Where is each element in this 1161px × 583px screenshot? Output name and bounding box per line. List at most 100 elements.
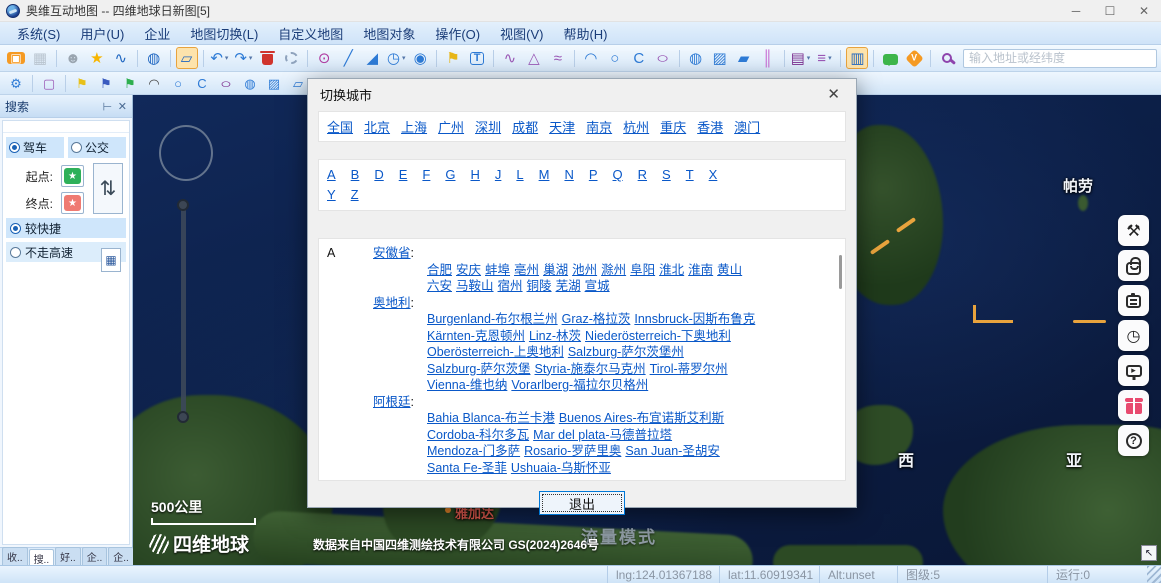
route-end-node[interactable] <box>177 411 189 423</box>
city-link[interactable]: Rosario-罗萨里奥 <box>524 444 621 458</box>
city-link[interactable]: 淮北 <box>659 263 684 277</box>
letter-link-F[interactable]: F <box>422 167 430 182</box>
menu-item-系统(S)[interactable]: 系统(S) <box>8 22 69 45</box>
menu-item-视图(V)[interactable]: 视图(V) <box>491 22 552 45</box>
exit-button[interactable]: 退出 <box>539 491 625 515</box>
city-link[interactable]: Santa Fe-圣菲 <box>427 461 507 475</box>
letter-link-H[interactable]: H <box>470 167 479 182</box>
hot-city-link-天津[interactable]: 天津 <box>549 117 575 136</box>
chat-icon[interactable] <box>879 47 901 69</box>
end-point-button[interactable]: ★ <box>61 192 84 214</box>
sidebar-close-icon[interactable]: ✕ <box>118 100 127 113</box>
city-link[interactable]: Cordoba-科尔多瓦 <box>427 428 529 442</box>
city-link[interactable]: 巢湖 <box>543 263 568 277</box>
route-fast-option[interactable]: 较快捷 <box>6 218 126 238</box>
letter-link-D[interactable]: D <box>374 167 383 182</box>
undo-icon[interactable]: ↶▾ <box>208 47 230 69</box>
menu-item-自定义地图[interactable]: 自定义地图 <box>269 22 352 45</box>
city-link[interactable]: Salzburg-萨尔茨堡州 <box>568 345 684 359</box>
friends-icon[interactable]: ☻ <box>62 47 84 69</box>
city-link[interactable]: Buenos Aires-布宜诺斯艾利斯 <box>559 411 724 425</box>
measure-distance-icon[interactable]: ╱ <box>337 47 359 69</box>
city-link[interactable]: 宣城 <box>585 279 610 293</box>
hot-city-link-北京[interactable]: 北京 <box>364 117 390 136</box>
transit-radio[interactable] <box>71 142 82 153</box>
city-link[interactable]: Tirol-蒂罗尔州 <box>650 362 728 376</box>
city-link[interactable]: Vienna-维也纳 <box>427 378 507 392</box>
city-link[interactable]: 铜陵 <box>527 279 552 293</box>
city-link[interactable]: Kärnten-克恩顿州 <box>427 329 525 343</box>
city-link[interactable]: Innsbruck-因斯布鲁克 <box>634 312 755 326</box>
city-link[interactable]: Burgenland-布尔根兰州 <box>427 312 558 326</box>
sidebar-tab-2[interactable]: 好.. <box>55 547 81 565</box>
curve-icon[interactable]: ≈ <box>547 47 569 69</box>
device-list-icon[interactable] <box>1118 285 1149 316</box>
menu-item-企业[interactable]: 企业 <box>135 22 179 45</box>
region-link-阿根廷[interactable]: 阿根廷 <box>373 394 411 411</box>
city-link[interactable]: Mar del plata-马德普拉塔 <box>533 428 672 442</box>
city-link[interactable]: Vorarlberg-福拉尔贝格州 <box>511 378 648 392</box>
mode-drive-option[interactable]: 驾车 <box>6 137 64 158</box>
filled-polygon-2-icon[interactable]: ▱ <box>287 74 309 93</box>
cursor-mode-box[interactable]: ↖ <box>1141 545 1157 561</box>
menu-item-帮助(H)[interactable]: 帮助(H) <box>554 22 616 45</box>
polygon-triangle-icon[interactable]: △ <box>523 47 545 69</box>
hot-city-link-全国[interactable]: 全国 <box>327 117 353 136</box>
city-link[interactable]: Styria-施泰尔马克州 <box>535 362 646 376</box>
city-link[interactable]: Oberösterreich-上奥地利 <box>427 345 564 359</box>
history-clock-icon[interactable]: ◷ <box>1118 320 1149 351</box>
letter-link-R[interactable]: R <box>638 167 647 182</box>
ellipse-icon[interactable]: ○ <box>652 47 674 69</box>
city-link[interactable]: 池州 <box>572 263 597 277</box>
dropdown-caret-icon[interactable]: ▾ <box>249 55 253 62</box>
menu-item-用户(U)[interactable]: 用户(U) <box>71 22 133 45</box>
letter-link-S[interactable]: S <box>662 167 671 182</box>
dialog-close-icon[interactable]: ✕ <box>823 85 844 103</box>
city-link[interactable]: San Juan-圣胡安 <box>625 444 719 458</box>
letter-link-P[interactable]: P <box>589 167 598 182</box>
dropdown-caret-icon[interactable]: ▾ <box>807 55 811 62</box>
parallel-lines-icon[interactable]: ║ <box>757 47 779 69</box>
menu-item-操作(O)[interactable]: 操作(O) <box>426 22 489 45</box>
dialog-scrollbar[interactable] <box>837 243 844 476</box>
menu-item-地图对象[interactable]: 地图对象 <box>354 22 424 45</box>
city-link[interactable]: 黄山 <box>717 263 742 277</box>
video-monitor-icon[interactable] <box>1118 355 1149 386</box>
city-link[interactable]: Salzburg-萨尔茨堡 <box>427 362 531 376</box>
circle-2-icon[interactable]: ○ <box>167 74 189 93</box>
filled-circle-icon[interactable]: ◍ <box>685 47 707 69</box>
polyline-icon[interactable]: ∿ <box>499 47 521 69</box>
pushpin-icon[interactable]: ⚑ <box>442 47 464 69</box>
city-link[interactable]: 亳州 <box>514 263 539 277</box>
city-link[interactable]: 芜湖 <box>556 279 581 293</box>
pin-blue-icon[interactable]: ⚑ <box>95 74 117 93</box>
hot-city-link-广州[interactable]: 广州 <box>438 117 464 136</box>
camera-icon[interactable]: ◉ <box>409 47 431 69</box>
letter-link-X[interactable]: X <box>709 167 718 182</box>
dropdown-caret-icon[interactable]: ▾ <box>828 55 832 62</box>
form-list-icon[interactable]: ▤▾ <box>789 47 811 69</box>
city-link[interactable]: Graz-格拉茨 <box>562 312 631 326</box>
letter-link-N[interactable]: N <box>564 167 573 182</box>
minimize-button[interactable]: ─ <box>1059 0 1093 21</box>
sidebar-tab-4[interactable]: 企.. <box>108 547 134 565</box>
settings-gear-icon[interactable]: ⚙ <box>5 74 27 93</box>
city-link[interactable]: Bahia Blanca-布兰卡港 <box>427 411 555 425</box>
drawn-circle-object[interactable] <box>159 125 213 181</box>
globe-3d-icon[interactable]: ◍ <box>143 47 165 69</box>
route-options-button[interactable]: ▦ <box>101 248 121 272</box>
pin-yellow-icon[interactable]: ⚑ <box>71 74 93 93</box>
maximize-button[interactable]: ☐ <box>1093 0 1127 21</box>
city-link[interactable]: 滁州 <box>601 263 626 277</box>
arc-icon[interactable]: ◠ <box>580 47 602 69</box>
arc-open-icon[interactable]: C <box>628 47 650 69</box>
resize-grip[interactable] <box>1147 566 1161 583</box>
favorites-icon[interactable]: ★ <box>86 47 108 69</box>
new-doc-icon[interactable]: ▢ <box>38 74 60 93</box>
circle-icon[interactable]: ○ <box>604 47 626 69</box>
delete-icon[interactable] <box>256 47 278 69</box>
filled-circle-2-icon[interactable]: ◍ <box>239 74 261 93</box>
city-link[interactable]: 蚌埠 <box>485 263 510 277</box>
fast-route-radio[interactable] <box>10 223 21 234</box>
letter-link-Y[interactable]: Y <box>327 187 336 202</box>
